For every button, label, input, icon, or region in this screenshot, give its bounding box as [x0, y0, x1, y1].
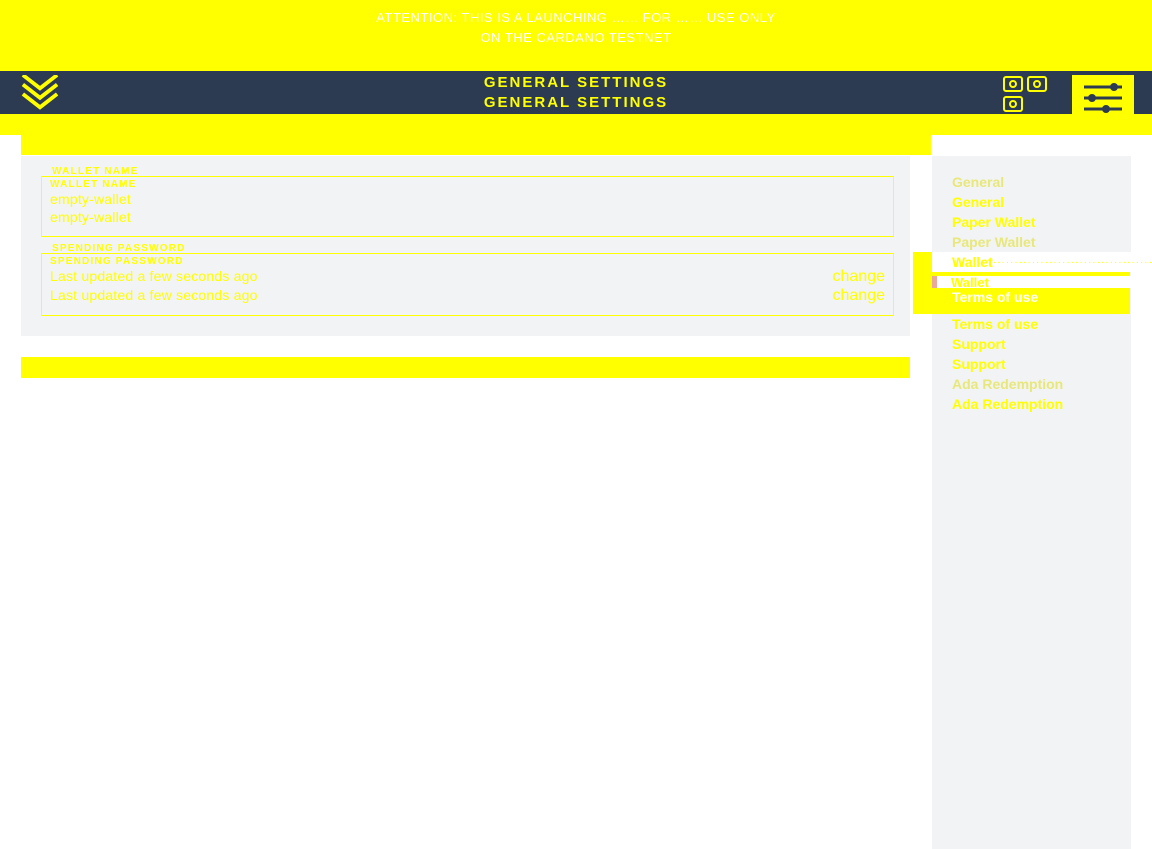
settings-sidebar: General General Paper Wallet Paper Walle…: [932, 156, 1131, 849]
wallet-name-input[interactable]: WALLET NAME empty-wallet empty-wallet: [41, 176, 894, 237]
spending-updated-1: Last updated a few seconds ago: [50, 267, 258, 285]
sidebar-item-wallet-active[interactable]: Wallet ·································…: [932, 252, 1131, 272]
topbar-title-block: GENERAL SETTINGS GENERAL SETTINGS: [484, 73, 668, 113]
banner-line1-rest: THIS IS A LAUNCHING …… FOR …… USE ONLY: [458, 10, 776, 25]
page-title-1: GENERAL SETTINGS: [484, 73, 668, 93]
wallet-name-value-2: empty-wallet: [50, 208, 885, 226]
spending-password-dup-label: SPENDING PASSWORD: [50, 256, 885, 267]
yellow-divider-left: [21, 135, 931, 155]
wallets-icon[interactable]: [1002, 75, 1048, 121]
sidebar-item-ada-2[interactable]: Ada Redemption: [932, 394, 1131, 414]
testnet-banner: ATTENTION: THIS IS A LAUNCHING …… FOR ………: [0, 0, 1152, 71]
banner-line2: ON THE CARDANO TESTNET: [480, 30, 671, 45]
spending-updated-2: Last updated a few seconds ago: [50, 286, 258, 304]
change-password-link-1[interactable]: change: [833, 268, 886, 286]
wallet-name-value-1: empty-wallet: [50, 190, 885, 208]
sidebar-item-paperwallet-1[interactable]: Paper Wallet: [932, 212, 1131, 232]
sidebar-item-terms-overlay[interactable]: Terms of use: [932, 288, 1131, 305]
banner-line1-lead: ATTENTION:: [376, 10, 457, 25]
settings-sliders-icon[interactable]: [1072, 75, 1134, 121]
sidebar-item-terms[interactable]: Terms of use: [932, 314, 1131, 334]
settings-card: WALLET NAME WALLET NAME empty-wallet emp…: [21, 156, 910, 336]
spending-password-group: SPENDING PASSWORD SPENDING PASSWORD Last…: [41, 243, 894, 316]
yellow-divider-bottom: [21, 357, 910, 378]
wallet-name-dup-label: WALLET NAME: [50, 179, 885, 190]
sidebar-active-overlay: Wallet ·································…: [932, 252, 1131, 314]
sidebar-item-support-1[interactable]: Support: [932, 334, 1131, 354]
wallet-name-group: WALLET NAME WALLET NAME empty-wallet emp…: [41, 166, 894, 237]
sidebar-item-paperwallet-2[interactable]: Paper Wallet: [932, 232, 1131, 252]
dots-icon: ········································: [993, 257, 1152, 268]
sidebar-item-general-2[interactable]: General: [932, 192, 1131, 212]
sidebar-item-ada-1[interactable]: Ada Redemption: [932, 374, 1131, 394]
yellow-divider-top: [0, 114, 1152, 135]
sidebar-item-general-1[interactable]: General: [932, 172, 1131, 192]
sidebar-item-support-2[interactable]: Support: [932, 354, 1131, 374]
sidebar-item-wallet-2[interactable]: Wallet: [932, 276, 1131, 288]
top-bar: GENERAL SETTINGS GENERAL SETTINGS: [0, 71, 1152, 114]
page-title-2: GENERAL SETTINGS: [484, 93, 668, 113]
chevron-stripes-icon[interactable]: [20, 75, 60, 113]
spending-password-box: SPENDING PASSWORD Last updated a few sec…: [41, 253, 894, 316]
change-password-link-2[interactable]: change: [833, 287, 886, 305]
